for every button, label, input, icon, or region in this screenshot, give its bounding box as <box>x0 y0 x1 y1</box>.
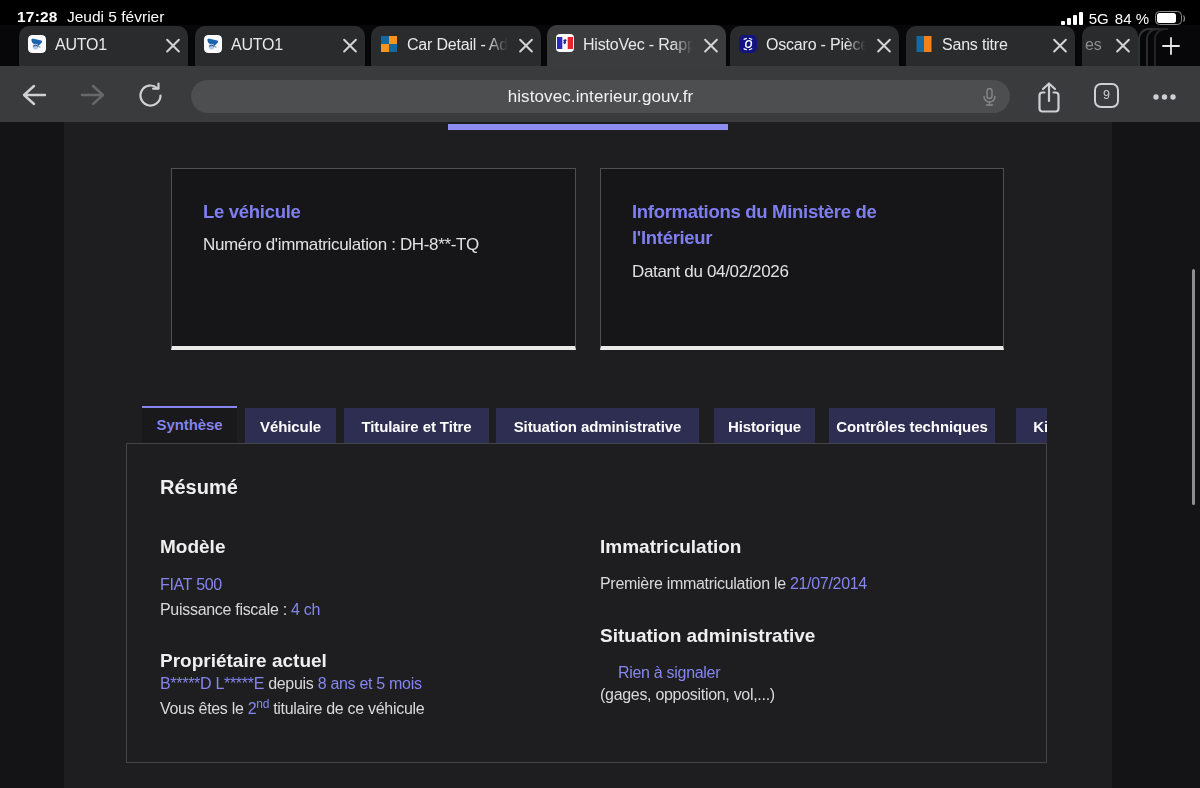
svg-text:O: O <box>745 39 753 50</box>
